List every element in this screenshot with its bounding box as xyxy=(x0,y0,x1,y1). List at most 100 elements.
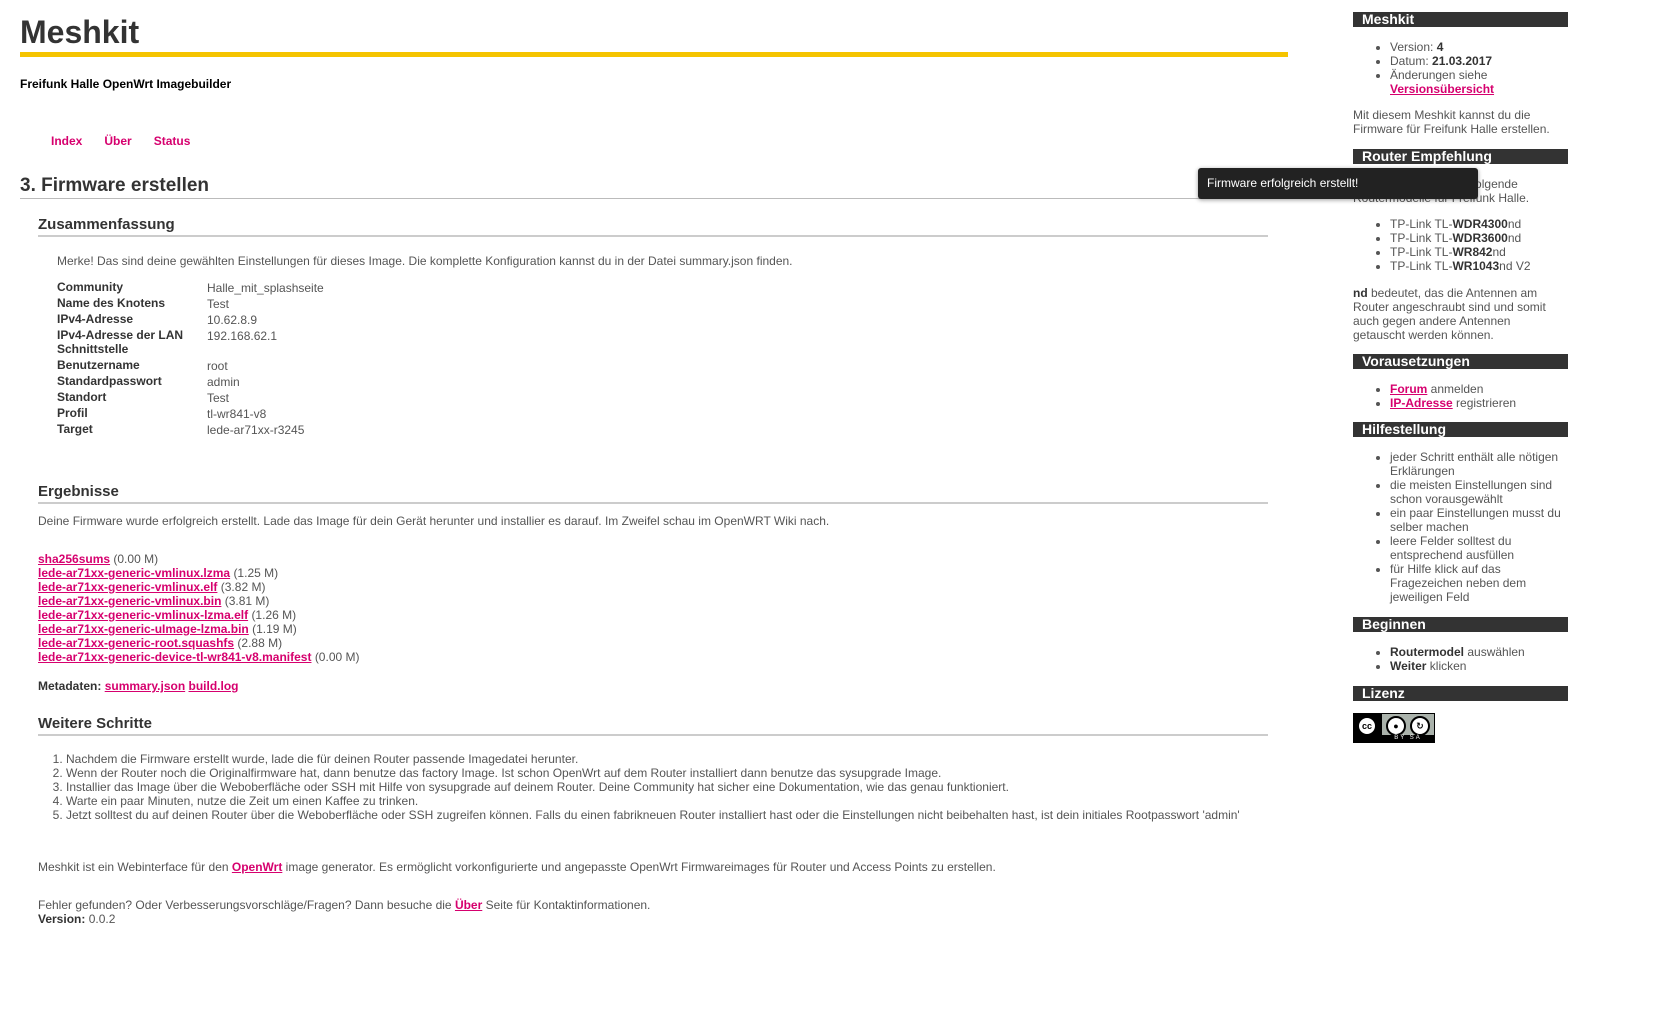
file-download-link[interactable]: lede-ar71xx-generic-vmlinux.lzma xyxy=(38,566,230,580)
list-item: Routermodel auswählen xyxy=(1390,645,1568,659)
file-download-link[interactable]: lede-ar71xx-generic-root.squashfs xyxy=(38,636,234,650)
summary-key: Community xyxy=(57,280,123,294)
begin-bold: Weiter xyxy=(1390,659,1427,673)
forum-link[interactable]: Forum xyxy=(1390,382,1427,396)
help-list: jeder Schritt enthält alle nötigen Erklä… xyxy=(1373,450,1568,604)
table-row: Target lede-ar71xx-r3245 xyxy=(57,422,324,438)
top-nav: Index Über Status xyxy=(51,134,190,148)
sidebar-heading-requirements: Vorausetzungen xyxy=(1353,354,1568,369)
results-text: Deine Firmware wurde erfolgreich erstell… xyxy=(38,514,830,528)
requirement-text: registrieren xyxy=(1452,396,1517,410)
summary-value: tl-wr841-v8 xyxy=(207,407,267,421)
list-item: lede-ar71xx-generic-device-tl-wr841-v8.m… xyxy=(38,650,360,664)
summary-key: Standort xyxy=(57,390,107,404)
table-row: Name des Knotens Test xyxy=(57,296,324,312)
table-row: IPv4-Adresse der LAN Schnittstelle 192.16… xyxy=(57,328,324,358)
requirements-list: Forum anmelden IP-Adresse registrieren xyxy=(1373,382,1568,410)
list-item: leere Felder solltest du entsprechend au… xyxy=(1390,534,1568,562)
cc-license-badge[interactable]: cc ● ↻ BY SA xyxy=(1353,713,1435,743)
summary-value: 10.62.8.9 xyxy=(207,313,258,327)
success-toast: Firmware erfolgreich erstellt! xyxy=(1198,168,1478,199)
list-item: Weiter klicken xyxy=(1390,659,1568,673)
list-item: Forum anmelden xyxy=(1390,382,1568,396)
summary-value: lede-ar71xx-r3245 xyxy=(207,423,305,437)
cc-icon: cc xyxy=(1357,716,1377,736)
table-row: Standort Test xyxy=(57,390,324,406)
table-row: IPv4-Adresse 10.62.8.9 xyxy=(57,312,324,328)
changelog-link[interactable]: Versionsübersicht xyxy=(1390,82,1494,96)
metadata-label: Metadaten: xyxy=(38,679,102,693)
file-size: (1.26 M) xyxy=(251,608,297,622)
summary-key: Standardpasswort xyxy=(57,374,162,388)
begin-text: klicken xyxy=(1426,659,1467,673)
build-log-link[interactable]: build.log xyxy=(189,679,239,693)
begin-bold: Routermodel xyxy=(1390,645,1465,659)
file-download-link[interactable]: lede-ar71xx-generic-vmlinux-lzma.elf xyxy=(38,608,248,622)
model-suffix: nd xyxy=(1507,231,1522,245)
file-size: (1.25 M) xyxy=(233,566,279,580)
list-item: sha256sums (0.00 M) xyxy=(38,552,360,566)
version-label: Version: xyxy=(1390,40,1437,54)
list-item: TP-Link TL-WR842nd xyxy=(1390,245,1568,259)
summary-key: Benutzername xyxy=(57,358,140,372)
list-item: Wenn der Router noch die Originalfirmwar… xyxy=(66,766,1266,780)
model-prefix: TP-Link TL- xyxy=(1390,217,1453,231)
summary-json-link[interactable]: summary.json xyxy=(105,679,185,693)
list-item: lede-ar71xx-generic-vmlinux.bin (3.81 M) xyxy=(38,594,360,608)
summary-table: Community Halle_mit_splashseite Name des … xyxy=(57,280,324,438)
sidebar-heading-help: Hilfestellung xyxy=(1353,422,1568,437)
date-label: Datum: xyxy=(1390,54,1433,68)
file-download-link[interactable]: lede-ar71xx-generic-device-tl-wr841-v8.m… xyxy=(38,650,311,664)
table-row: Standardpasswort admin xyxy=(57,374,324,390)
ip-address-link[interactable]: IP-Adresse xyxy=(1390,396,1453,410)
summary-value: Test xyxy=(207,297,230,311)
site-subtitle: Freifunk Halle OpenWrt Imagebuilder xyxy=(20,77,232,91)
list-item: lede-ar71xx-generic-vmlinux-lzma.elf (1.… xyxy=(38,608,360,622)
list-item: Nachdem die Firmware erstellt wurde, lad… xyxy=(66,752,1266,766)
next-steps-list: Nachdem die Firmware erstellt wurde, lad… xyxy=(38,752,1266,822)
site-title: Meshkit xyxy=(20,14,1288,57)
list-item: jeder Schritt enthält alle nötigen Erklä… xyxy=(1390,450,1568,478)
about-text-before: Meshkit ist ein Webinterface für den xyxy=(38,860,232,874)
model-prefix: TP-Link TL- xyxy=(1390,259,1453,273)
file-download-link[interactable]: lede-ar71xx-generic-uImage-lzma.bin xyxy=(38,622,249,636)
nav-about-link[interactable]: Über xyxy=(104,134,131,148)
nd-text: bedeutet, das die Antennen am Router ang… xyxy=(1353,286,1546,342)
sidebar-heading-begin: Beginnen xyxy=(1353,617,1568,632)
list-item: Datum: 21.03.2017 xyxy=(1390,54,1568,68)
version-value: 4 xyxy=(1436,40,1444,54)
cc-license-text: BY SA xyxy=(1382,735,1434,742)
list-item: lede-ar71xx-generic-vmlinux.elf (3.82 M) xyxy=(38,580,360,594)
file-list: sha256sums (0.00 M) lede-ar71xx-generic-… xyxy=(38,552,360,664)
list-item: ein paar Einstellungen musst du selber m… xyxy=(1390,506,1568,534)
file-size: (0.00 M) xyxy=(113,552,159,566)
list-item: TP-Link TL-WR1043nd V2 xyxy=(1390,259,1568,273)
openwrt-link[interactable]: OpenWrt xyxy=(232,860,282,874)
file-download-link[interactable]: lede-ar71xx-generic-vmlinux.bin xyxy=(38,594,221,608)
summary-key: Profil xyxy=(57,406,88,420)
results-heading: Ergebnisse xyxy=(38,483,1268,504)
model-prefix: TP-Link TL- xyxy=(1390,231,1453,245)
about-page-link[interactable]: Über xyxy=(455,898,482,912)
by-icon: ● xyxy=(1386,716,1406,736)
summary-key: Name des Knotens xyxy=(57,296,166,310)
model-name: WR842 xyxy=(1452,245,1493,259)
summary-value: 192.168.62.1 xyxy=(207,329,278,343)
summary-value: root xyxy=(207,359,228,373)
file-size: (3.81 M) xyxy=(224,594,270,608)
file-download-link[interactable]: sha256sums xyxy=(38,552,110,566)
sidebar-heading-router: Router Empfehlung xyxy=(1353,149,1568,164)
file-size: (1.19 M) xyxy=(252,622,297,636)
summary-value: admin xyxy=(207,375,240,389)
summary-intro: Merke! Das sind deine gewählten Einstell… xyxy=(57,254,793,268)
about-text: Meshkit ist ein Webinterface für den Ope… xyxy=(38,860,996,874)
nav-status-link[interactable]: Status xyxy=(154,134,191,148)
file-download-link[interactable]: lede-ar71xx-generic-vmlinux.elf xyxy=(38,580,217,594)
date-value: 21.03.2017 xyxy=(1432,54,1493,68)
nav-index-link[interactable]: Index xyxy=(51,134,82,148)
meshkit-info-list: Version: 4 Datum: 21.03.2017 Änderungen … xyxy=(1373,40,1568,96)
nd-explanation: nd bedeutet, das die Antennen am Router … xyxy=(1353,286,1558,342)
changes-text: Änderungen siehe xyxy=(1390,68,1488,82)
page-heading: 3. Firmware erstellen xyxy=(20,175,1288,199)
version-line: Version: 0.0.2 xyxy=(38,912,115,926)
